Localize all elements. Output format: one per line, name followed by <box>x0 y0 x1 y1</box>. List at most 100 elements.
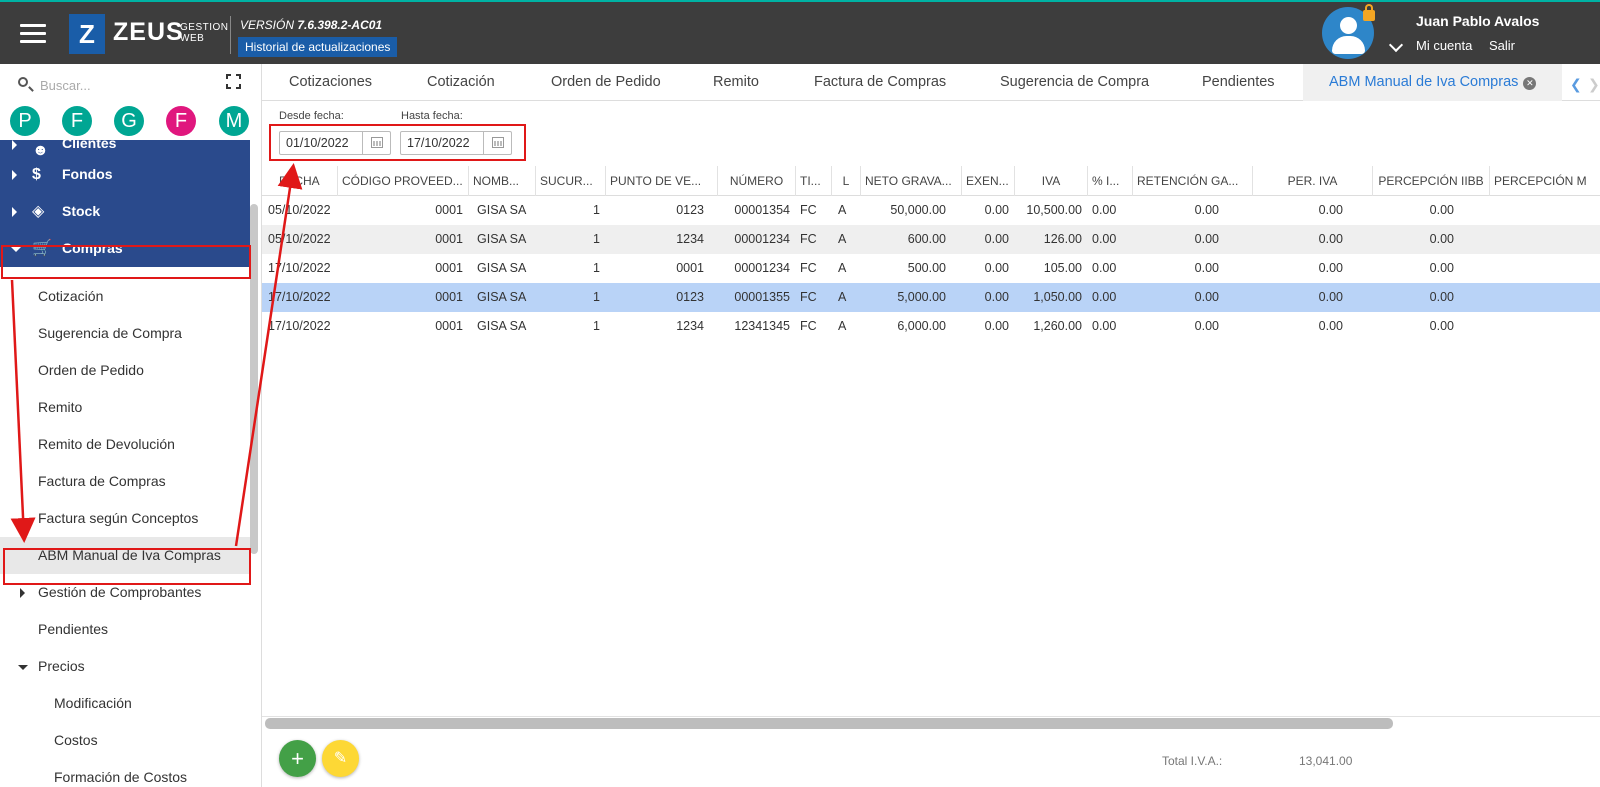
table-cell: GISA SA <box>477 261 527 275</box>
table-cell: 0.00 <box>1092 203 1117 217</box>
sidebar-subitem-modificacion[interactable]: Modificación <box>0 685 250 722</box>
table-row[interactable]: 05/10/2022 0001 GISA SA 1 0123 00001354 FC A 50,… <box>262 196 1600 225</box>
sidebar-subitem-remito-devolucion[interactable]: Remito de Devolución <box>0 426 250 463</box>
table-cell: 05/10/2022 <box>268 232 331 246</box>
sidebar-item-clientes[interactable]: ☻ Clientes <box>0 140 250 156</box>
sidebar-subitem-precios[interactable]: Precios <box>0 648 250 685</box>
tab-cotizacion[interactable]: Cotización <box>427 64 495 101</box>
sidebar-item-fondos[interactable]: $ Fondos <box>0 156 250 193</box>
table-cell: 0.00 <box>1194 261 1219 275</box>
col-letra[interactable]: L <box>832 166 861 196</box>
table-row[interactable]: 05/10/2022 0001 GISA SA 1 1234 00001234 FC A 600… <box>262 225 1600 254</box>
table-cell: 17/10/2022 <box>268 290 331 304</box>
tab-pendientes[interactable]: Pendientes <box>1202 64 1275 101</box>
col-fecha[interactable]: FECHA <box>262 166 338 196</box>
sidebar-subitem-formacion-costos[interactable]: Formación de Costos <box>0 759 250 787</box>
close-icon[interactable]: ✕ <box>1523 77 1537 90</box>
logo-word: ZEUS <box>113 18 184 46</box>
chevron-left-icon[interactable]: ❮ <box>1570 76 1582 93</box>
highlight-abm-iva <box>3 548 251 585</box>
table-row[interactable]: 17/10/2022 0001 GISA SA 1 0123 00001355 FC A 5,0… <box>262 283 1600 312</box>
sidebar-scrollbar[interactable] <box>250 204 258 554</box>
hamburger-menu-icon[interactable] <box>20 24 46 44</box>
chevron-down-icon[interactable] <box>1388 37 1404 53</box>
table-row[interactable]: 17/10/2022 0001 GISA SA 1 1234 12341345 FC A 6,0… <box>262 312 1600 341</box>
col-percepcion-iibb[interactable]: PERCEPCIÓN IIBB <box>1373 166 1490 196</box>
col-iva[interactable]: IVA <box>1015 166 1088 196</box>
table-cell: 0.00 <box>1092 319 1117 333</box>
logo-subtitle: GESTION WEB <box>180 22 229 44</box>
col-tipo[interactable]: TI... <box>796 166 832 196</box>
table-cell: 600.00 <box>907 232 946 246</box>
table-cell: 17/10/2022 <box>268 319 331 333</box>
edit-pencil-icon[interactable]: ✎ <box>322 740 359 777</box>
sidebar-subitem-costos[interactable]: Costos <box>0 722 250 759</box>
shortcut-g[interactable]: G <box>114 106 144 136</box>
col-exento[interactable]: EXEN... <box>962 166 1015 196</box>
col-percepcion-m[interactable]: PERCEPCIÓN M <box>1490 166 1600 196</box>
top-bar: Z ZEUS GESTION WEB VERSIÓN 7.6.398.2-AC01… <box>0 0 1600 64</box>
col-codigo[interactable]: CÓDIGO PROVEED... <box>338 166 469 196</box>
shortcut-f[interactable]: F <box>62 106 92 136</box>
chevron-right-icon[interactable]: ❯ <box>1588 76 1600 93</box>
tab-cotizaciones[interactable]: Cotizaciones <box>289 64 372 101</box>
zeus-logo-icon: Z <box>69 14 105 54</box>
col-nombre[interactable]: NOMB... <box>469 166 536 196</box>
sidebar-subitem-remito[interactable]: Remito <box>0 389 250 426</box>
shortcut-m[interactable]: M <box>219 106 249 136</box>
table-cell: 0.00 <box>1194 232 1219 246</box>
sidebar-subitem-cotizacion[interactable]: Cotización <box>0 278 250 315</box>
account-link[interactable]: Mi cuenta <box>1416 38 1472 53</box>
col-punto-venta[interactable]: PUNTO DE VE... <box>606 166 718 196</box>
sidebar-subitem-factura-compras[interactable]: Factura de Compras <box>0 463 250 500</box>
tab-abm-iva[interactable]: ABM Manual de Iva Compras ✕ <box>1303 64 1563 101</box>
shortcut-f-pink[interactable]: F <box>166 106 196 136</box>
grid-horizontal-scrollbar[interactable] <box>265 718 1393 729</box>
logo-divider <box>230 16 231 54</box>
sidebar-subitem-orden-pedido[interactable]: Orden de Pedido <box>0 352 250 389</box>
table-cell: FC <box>800 232 817 246</box>
col-numero[interactable]: NÚMERO <box>718 166 796 196</box>
col-sucursal[interactable]: SUCUR... <box>536 166 606 196</box>
table-cell: 0.00 <box>1429 290 1454 304</box>
fullscreen-icon[interactable] <box>226 74 241 89</box>
tab-sugerencia-compra[interactable]: Sugerencia de Compra <box>1000 64 1149 101</box>
table-cell: GISA SA <box>477 203 527 217</box>
tab-bar: Cotizaciones Cotización Orden de Pedido … <box>262 64 1600 101</box>
highlight-compras <box>1 245 251 279</box>
table-row[interactable]: 17/10/2022 0001 GISA SA 1 0001 00001234 FC A 500… <box>262 254 1600 283</box>
table-cell: 0.00 <box>1194 203 1219 217</box>
table-cell: 00001234 <box>734 261 790 275</box>
sidebar-item-stock[interactable]: ◈ Stock <box>0 193 250 230</box>
to-date-label: Hasta fecha: <box>401 110 463 122</box>
table-cell: 0.00 <box>984 319 1009 333</box>
sidebar-subitem-sugerencia[interactable]: Sugerencia de Compra <box>0 315 250 352</box>
add-button[interactable]: + <box>279 740 316 777</box>
table-cell: 0.00 <box>1092 232 1117 246</box>
col-porc-iva[interactable]: % I... <box>1088 166 1133 196</box>
col-neto[interactable]: NETO GRAVA... <box>861 166 962 196</box>
tab-remito[interactable]: Remito <box>713 64 759 101</box>
table-cell: FC <box>800 261 817 275</box>
table-cell: 00001355 <box>734 290 790 304</box>
tab-orden-pedido[interactable]: Orden de Pedido <box>551 64 661 101</box>
table-cell: 1 <box>593 232 600 246</box>
table-cell: A <box>838 261 847 275</box>
table-cell: 00001234 <box>734 232 790 246</box>
table-cell: 0001 <box>435 232 463 246</box>
sidebar-subitem-factura-conceptos[interactable]: Factura según Conceptos <box>0 500 250 537</box>
table-cell: 0.00 <box>1429 232 1454 246</box>
sidebar-subitem-pendientes[interactable]: Pendientes <box>0 611 250 648</box>
table-cell: 0001 <box>435 319 463 333</box>
table-cell: 0.00 <box>1194 290 1219 304</box>
col-retencion[interactable]: RETENCIÓN GA... <box>1133 166 1253 196</box>
search-input[interactable] <box>40 74 210 96</box>
shortcut-p[interactable]: P <box>10 106 40 136</box>
history-button[interactable]: Historial de actualizaciones <box>238 37 398 57</box>
tab-factura-compras[interactable]: Factura de Compras <box>814 64 946 101</box>
logout-link[interactable]: Salir <box>1489 38 1515 53</box>
table-cell: 12341345 <box>734 319 790 333</box>
table-cell: 1 <box>593 319 600 333</box>
col-per-iva[interactable]: PER. IVA <box>1253 166 1373 196</box>
table-cell: 0.00 <box>1194 319 1219 333</box>
